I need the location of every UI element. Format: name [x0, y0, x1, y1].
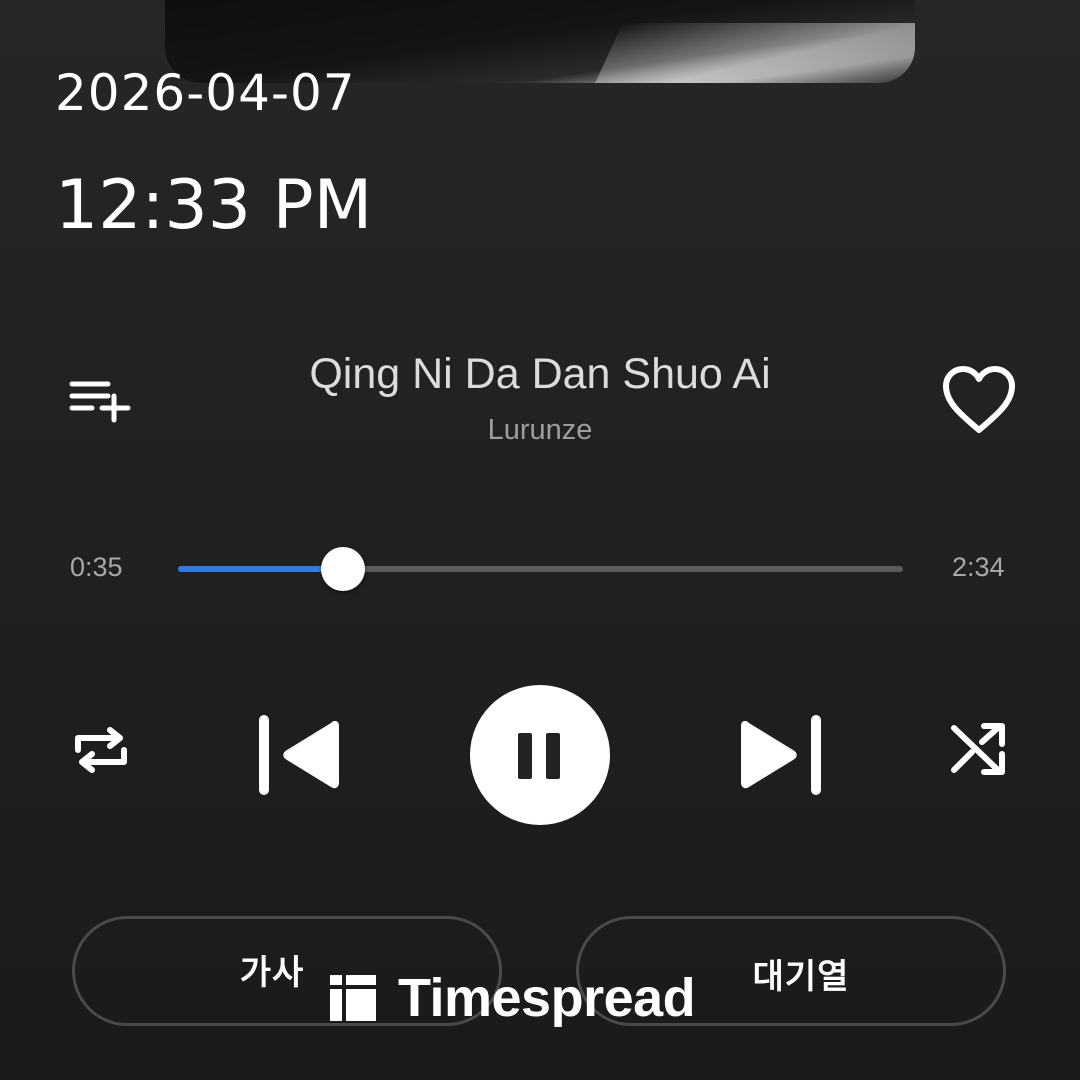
heart-icon[interactable] [940, 362, 1018, 440]
playlist-add-icon[interactable] [68, 376, 134, 424]
total-duration: 2:34 [952, 552, 1005, 582]
skip-next-icon[interactable] [735, 713, 825, 797]
album-artwork-highlight [595, 23, 915, 83]
artist-name[interactable]: Lurunze [380, 414, 700, 447]
shuffle-icon[interactable] [948, 718, 1008, 780]
seek-bar[interactable] [178, 547, 903, 591]
elapsed-time: 0:35 [70, 552, 123, 582]
seek-bar-fill [178, 566, 343, 572]
repeat-icon[interactable] [70, 720, 132, 780]
watermark: Timespread [328, 968, 696, 1028]
pause-icon [518, 733, 560, 779]
status-time: 12:33 PM [55, 166, 373, 245]
skip-previous-icon[interactable] [255, 713, 345, 797]
song-title: Qing Ni Da Dan Shuo Ai [309, 350, 771, 398]
seek-bar-thumb[interactable] [320, 547, 365, 591]
status-date: 2026-04-07 [55, 64, 356, 122]
watermark-text: Timespread [398, 968, 696, 1028]
timespread-logo-icon [330, 975, 376, 1021]
pause-button[interactable] [470, 685, 610, 825]
